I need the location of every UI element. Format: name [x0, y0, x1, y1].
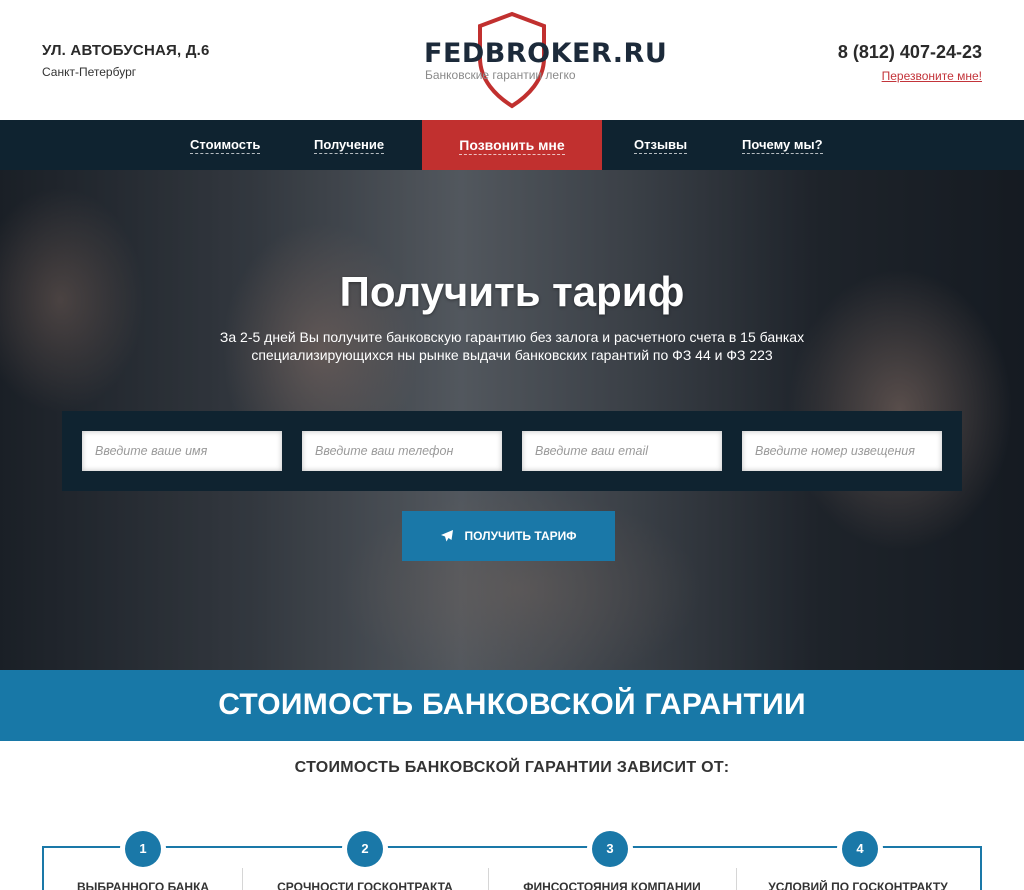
hero-description-line2: специализирующихся ны рынке выдачи банко…	[251, 347, 773, 363]
factor-number: 3	[592, 831, 628, 867]
email-input[interactable]	[522, 431, 722, 471]
nav-item-label: Получение	[314, 137, 385, 154]
main-nav: Стоимость Получение Позвонить мне Отзывы…	[0, 120, 1024, 170]
contact-block: 8 (812) 407-24-23 Перезвоните мне!	[838, 42, 982, 85]
cost-section-header: СТОИМОСТЬ БАНКОВСКОЙ ГАРАНТИИ	[0, 670, 1024, 741]
nav-item-reviews[interactable]: Отзывы	[634, 120, 688, 170]
nav-item-call-me[interactable]: Позвонить мне	[422, 120, 602, 170]
logo-subtitle: Банковские гарантии легко	[425, 68, 576, 82]
section-title: СТОИМОСТЬ БАНКОВСКОЙ ГАРАНТИИ	[218, 688, 806, 721]
address-block: УЛ. АВТОБУСНАЯ, Д.6 Санкт-Петербург	[42, 42, 210, 79]
site-header: УЛ. АВТОБУСНАЯ, Д.6 Санкт-Петербург FEDB…	[0, 0, 1024, 120]
nav-item-label: Позвонить мне	[459, 137, 565, 155]
get-tariff-button[interactable]: ПОЛУЧИТЬ ТАРИФ	[402, 511, 615, 561]
hero-description: За 2-5 дней Вы получите банковскую гаран…	[190, 328, 834, 364]
address-street: УЛ. АВТОБУСНАЯ, Д.6	[42, 42, 210, 59]
tariff-form	[62, 411, 962, 491]
notice-number-input[interactable]	[742, 431, 942, 471]
get-tariff-label: ПОЛУЧИТЬ ТАРИФ	[464, 529, 577, 543]
factor-label: ФИНСОСТОЯНИЯ КОМПАНИИ	[523, 880, 701, 890]
nav-item-why-us[interactable]: Почему мы?	[742, 120, 823, 170]
phone-number: 8 (812) 407-24-23	[837, 42, 982, 62]
phone-input[interactable]	[302, 431, 502, 471]
site-logo[interactable]: FEDBROKER.RU Банковские гарантии легко	[420, 10, 667, 110]
section-subtitle: СТОИМОСТЬ БАНКОВСКОЙ ГАРАНТИИ ЗАВИСИТ ОТ…	[294, 759, 730, 776]
factor-item: 1 ВЫБРАННОГО БАНКА	[44, 826, 242, 890]
nav-item-label: Отзывы	[634, 137, 688, 154]
cost-factors: 1 ВЫБРАННОГО БАНКА 2 СРОЧНОСТИ ГОСКОНТРА…	[42, 826, 982, 890]
logo-title: FEDBROKER.RU	[424, 38, 668, 69]
factor-number: 4	[842, 831, 878, 867]
callback-link[interactable]: Перезвоните мне!	[882, 69, 982, 83]
nav-item-cost[interactable]: Стоимость	[190, 120, 261, 170]
paper-plane-icon	[441, 530, 454, 542]
factor-label: СРОЧНОСТИ ГОСКОНТРАКТА	[277, 880, 453, 890]
factor-item: 4 УСЛОВИЙ ПО ГОСКОНТРАКТУ	[736, 826, 980, 890]
nav-item-label: Почему мы?	[742, 137, 823, 154]
hero-description-line1: За 2-5 дней Вы получите банковскую гаран…	[219, 329, 805, 345]
hero-section: Получить тариф За 2-5 дней Вы получите б…	[0, 170, 1024, 670]
factor-label: УСЛОВИЙ ПО ГОСКОНТРАКТУ	[768, 880, 948, 890]
name-input[interactable]	[82, 431, 282, 471]
factor-item: 2 СРОЧНОСТИ ГОСКОНТРАКТА	[242, 826, 488, 890]
nav-item-label: Стоимость	[190, 137, 261, 154]
hero-title: Получить тариф	[339, 268, 685, 315]
factor-number: 1	[125, 831, 161, 867]
address-city: Санкт-Петербург	[42, 65, 137, 79]
factor-label: ВЫБРАННОГО БАНКА	[76, 880, 210, 890]
nav-item-obtaining[interactable]: Получение	[314, 120, 385, 170]
factor-number: 2	[347, 831, 383, 867]
factor-item: 3 ФИНСОСТОЯНИЯ КОМПАНИИ	[488, 826, 736, 890]
